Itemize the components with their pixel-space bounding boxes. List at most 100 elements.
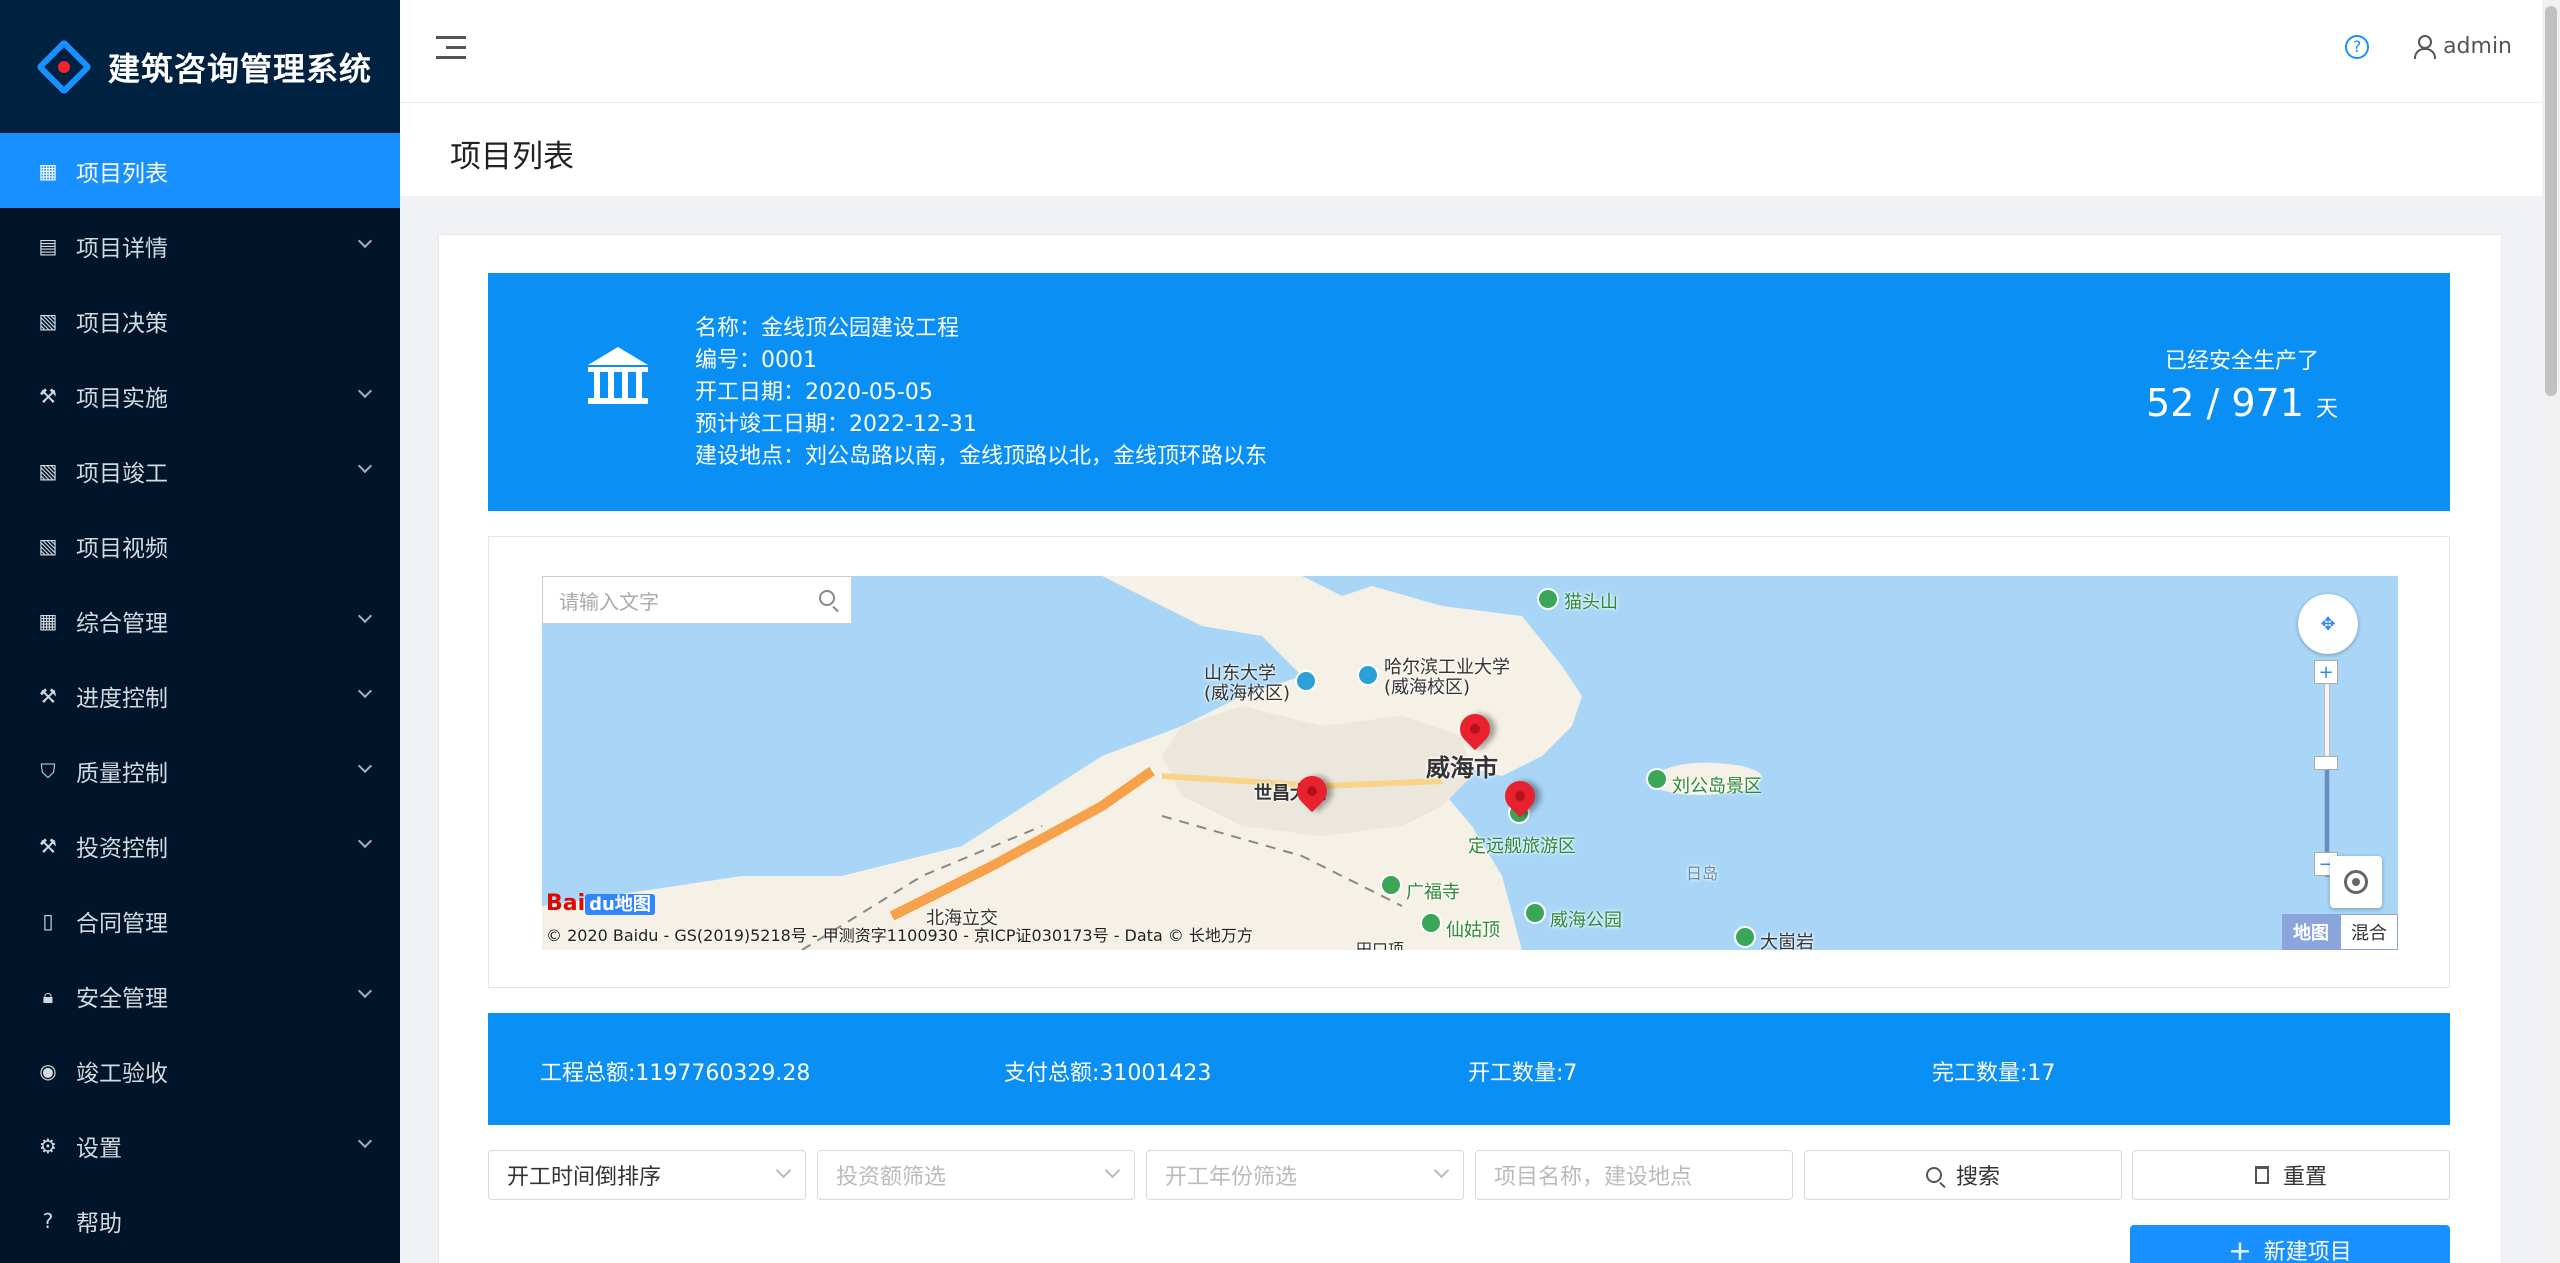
page-title: 项目列表 (450, 139, 574, 175)
bank-icon (588, 347, 648, 407)
zoom-in-button[interactable]: + (2314, 660, 2338, 684)
chevron-down-icon (357, 458, 373, 474)
reset-button[interactable]: 重置 (2132, 1150, 2450, 1200)
sidebar-item-5[interactable]: ▧ 项目视频 (0, 508, 400, 583)
project-location: 建设地点：刘公岛路以南，金线顶路以北，金线顶环路以东 (695, 444, 1268, 469)
invest-select[interactable]: 投资额筛选 (817, 1150, 1135, 1200)
question-icon[interactable]: ? (2345, 34, 2370, 59)
username[interactable]: admin (2443, 34, 2512, 59)
stat-completed: 完工数量:17 (1932, 1061, 2056, 1086)
map-type-normal[interactable]: 地图 (2282, 914, 2340, 950)
audit-icon: ▧ (38, 533, 58, 558)
sidebar-item-label: 项目竣工 (76, 460, 168, 487)
sidebar-item-2[interactable]: ▧ 项目决策 (0, 283, 400, 358)
park-poi-icon[interactable] (1420, 912, 1442, 934)
sidebar-item-label: 合同管理 (76, 910, 168, 937)
park-poi-icon[interactable] (1734, 926, 1756, 948)
user-icon[interactable] (2413, 34, 2437, 59)
eye-icon: ◉ (39, 1058, 57, 1083)
top-header: ? admin (400, 0, 2542, 102)
chevron-down-icon (357, 233, 373, 249)
project-start-date: 开工日期：2020-05-05 (695, 380, 933, 405)
reset-button-label: 重置 (2282, 1165, 2327, 1190)
scrollbar-thumb[interactable] (2545, 6, 2557, 396)
safety-label: 已经安全生产了 (2165, 349, 2320, 374)
keyword-input-placeholder: 项目名称，建设地点 (1494, 1165, 1693, 1190)
baidu-logo[interactable]: Bai du地图 (546, 890, 655, 916)
school-poi-icon[interactable] (1295, 670, 1317, 692)
sidebar-item-label: 项目视频 (76, 535, 168, 562)
stat-total-paid: 支付总额:31001423 (1004, 1061, 1212, 1086)
map-pan-control-icon[interactable]: ✥ (2298, 594, 2358, 654)
new-project-button[interactable]: + 新建项目 (2130, 1225, 2450, 1263)
header-actions: ? admin (2345, 34, 2512, 59)
audit-icon: ▧ (38, 308, 58, 333)
baidu-map[interactable]: 请输入文字 猫头山 山东大学 (威海校区) 哈尔滨工业大学 (威海校区) 威海市… (542, 576, 2398, 950)
project-code: 编号：0001 (695, 348, 817, 373)
sidebar-item-label: 投资控制 (76, 835, 168, 862)
map-label-guangfu: 广福寺 (1406, 882, 1460, 903)
keyword-input[interactable]: 项目名称，建设地点 (1475, 1150, 1793, 1200)
logo-icon (35, 38, 93, 95)
lock-icon: 🔒︎ (42, 983, 54, 1008)
locate-icon (2344, 870, 2368, 894)
project-name: 名称：金线顶公园建设工程 (695, 316, 960, 341)
sort-select[interactable]: 开工时间倒排序 (488, 1150, 806, 1200)
appstore-icon: ▦ (38, 608, 58, 633)
zoom-slider-handle[interactable] (2314, 756, 2338, 770)
sidebar-item-14[interactable]: ? 帮助 (0, 1183, 400, 1258)
sidebar-item-label: 设置 (76, 1135, 122, 1162)
sidebar-item-9[interactable]: ⚒ 投资控制 (0, 808, 400, 883)
map-search-input[interactable]: 请输入文字 (542, 576, 852, 624)
park-poi-icon[interactable] (1537, 588, 1559, 610)
map-label-dingyuan: 定远舰旅游区 (1468, 836, 1576, 857)
chevron-down-icon (357, 833, 373, 849)
map-label-weihai-park: 威海公园 (1550, 910, 1622, 931)
map-label-dashan: 大崮岩 (1760, 932, 1814, 950)
sidebar-item-7[interactable]: ⚒ 进度控制 (0, 658, 400, 733)
chevron-down-icon (357, 758, 373, 774)
sidebar-item-label: 竣工验收 (76, 1060, 168, 1087)
sidebar-item-3[interactable]: ⚒ 项目实施 (0, 358, 400, 433)
safety-days: 已经安全生产了 52 / 971 天 (2146, 343, 2338, 425)
search-button[interactable]: 搜索 (1804, 1150, 2122, 1200)
sidebar-item-10[interactable]: ▯ 合同管理 (0, 883, 400, 958)
park-poi-icon[interactable] (1524, 902, 1546, 924)
search-icon[interactable] (819, 590, 835, 606)
chevron-down-icon (1433, 1162, 1450, 1179)
map-label-hit: 哈尔滨工业大学 (威海校区) (1384, 657, 1510, 698)
sidebar-item-label: 项目实施 (76, 385, 168, 412)
locate-button[interactable] (2330, 856, 2382, 908)
map-panel: 请输入文字 猫头山 山东大学 (威海校区) 哈尔滨工业大学 (威海校区) 威海市… (488, 536, 2450, 988)
stat-started: 开工数量:7 (1468, 1061, 1578, 1086)
search-button-label: 搜索 (1955, 1165, 2000, 1190)
sidebar-item-0[interactable]: ▦ 项目列表 (0, 133, 400, 208)
stats-bar: 工程总额:1197760329.28 支付总额:31001423 开工数量:7 … (488, 1013, 2450, 1125)
park-poi-icon[interactable] (1646, 768, 1668, 790)
sidebar-item-11[interactable]: 🔒︎ 安全管理 (0, 958, 400, 1033)
sidebar-item-1[interactable]: ▤ 项目详情 (0, 208, 400, 283)
project-banner: 名称：金线顶公园建设工程 编号：0001 开工日期：2020-05-05 预计竣… (488, 273, 2450, 511)
brand[interactable]: 建筑咨询管理系统 (0, 0, 400, 133)
profile-icon: ▤ (38, 233, 58, 258)
park-poi-icon[interactable] (1380, 874, 1402, 896)
filter-bar: 开工时间倒排序 投资额筛选 开工年份筛选 项目名称，建设地点 搜索 重置 (488, 1150, 2450, 1200)
menu-fold-icon[interactable] (436, 36, 466, 62)
invest-select-placeholder: 投资额筛选 (836, 1165, 947, 1190)
safety-value: 52 / 971 (2146, 381, 2304, 425)
zoom-slider[interactable] (2324, 666, 2330, 877)
sidebar-item-label: 帮助 (76, 1210, 122, 1237)
sidebar-item-4[interactable]: ▧ 项目竣工 (0, 433, 400, 508)
safety-icon: ⛉ (40, 758, 56, 783)
chevron-down-icon (775, 1162, 792, 1179)
sidebar-item-6[interactable]: ▦ 综合管理 (0, 583, 400, 658)
sidebar-item-12[interactable]: ◉ 竣工验收 (0, 1033, 400, 1108)
page-scrollbar[interactable] (2542, 0, 2560, 1263)
school-poi-icon[interactable] (1357, 664, 1379, 686)
map-type-hybrid[interactable]: 混合 (2340, 914, 2398, 950)
sidebar-item-8[interactable]: ⛉ 质量控制 (0, 733, 400, 808)
sidebar-item-label: 项目详情 (76, 235, 168, 262)
year-select[interactable]: 开工年份筛选 (1146, 1150, 1464, 1200)
project-info: 名称：金线顶公园建设工程 编号：0001 开工日期：2020-05-05 预计竣… (695, 313, 1267, 473)
sidebar-item-13[interactable]: ⚙ 设置 (0, 1108, 400, 1183)
